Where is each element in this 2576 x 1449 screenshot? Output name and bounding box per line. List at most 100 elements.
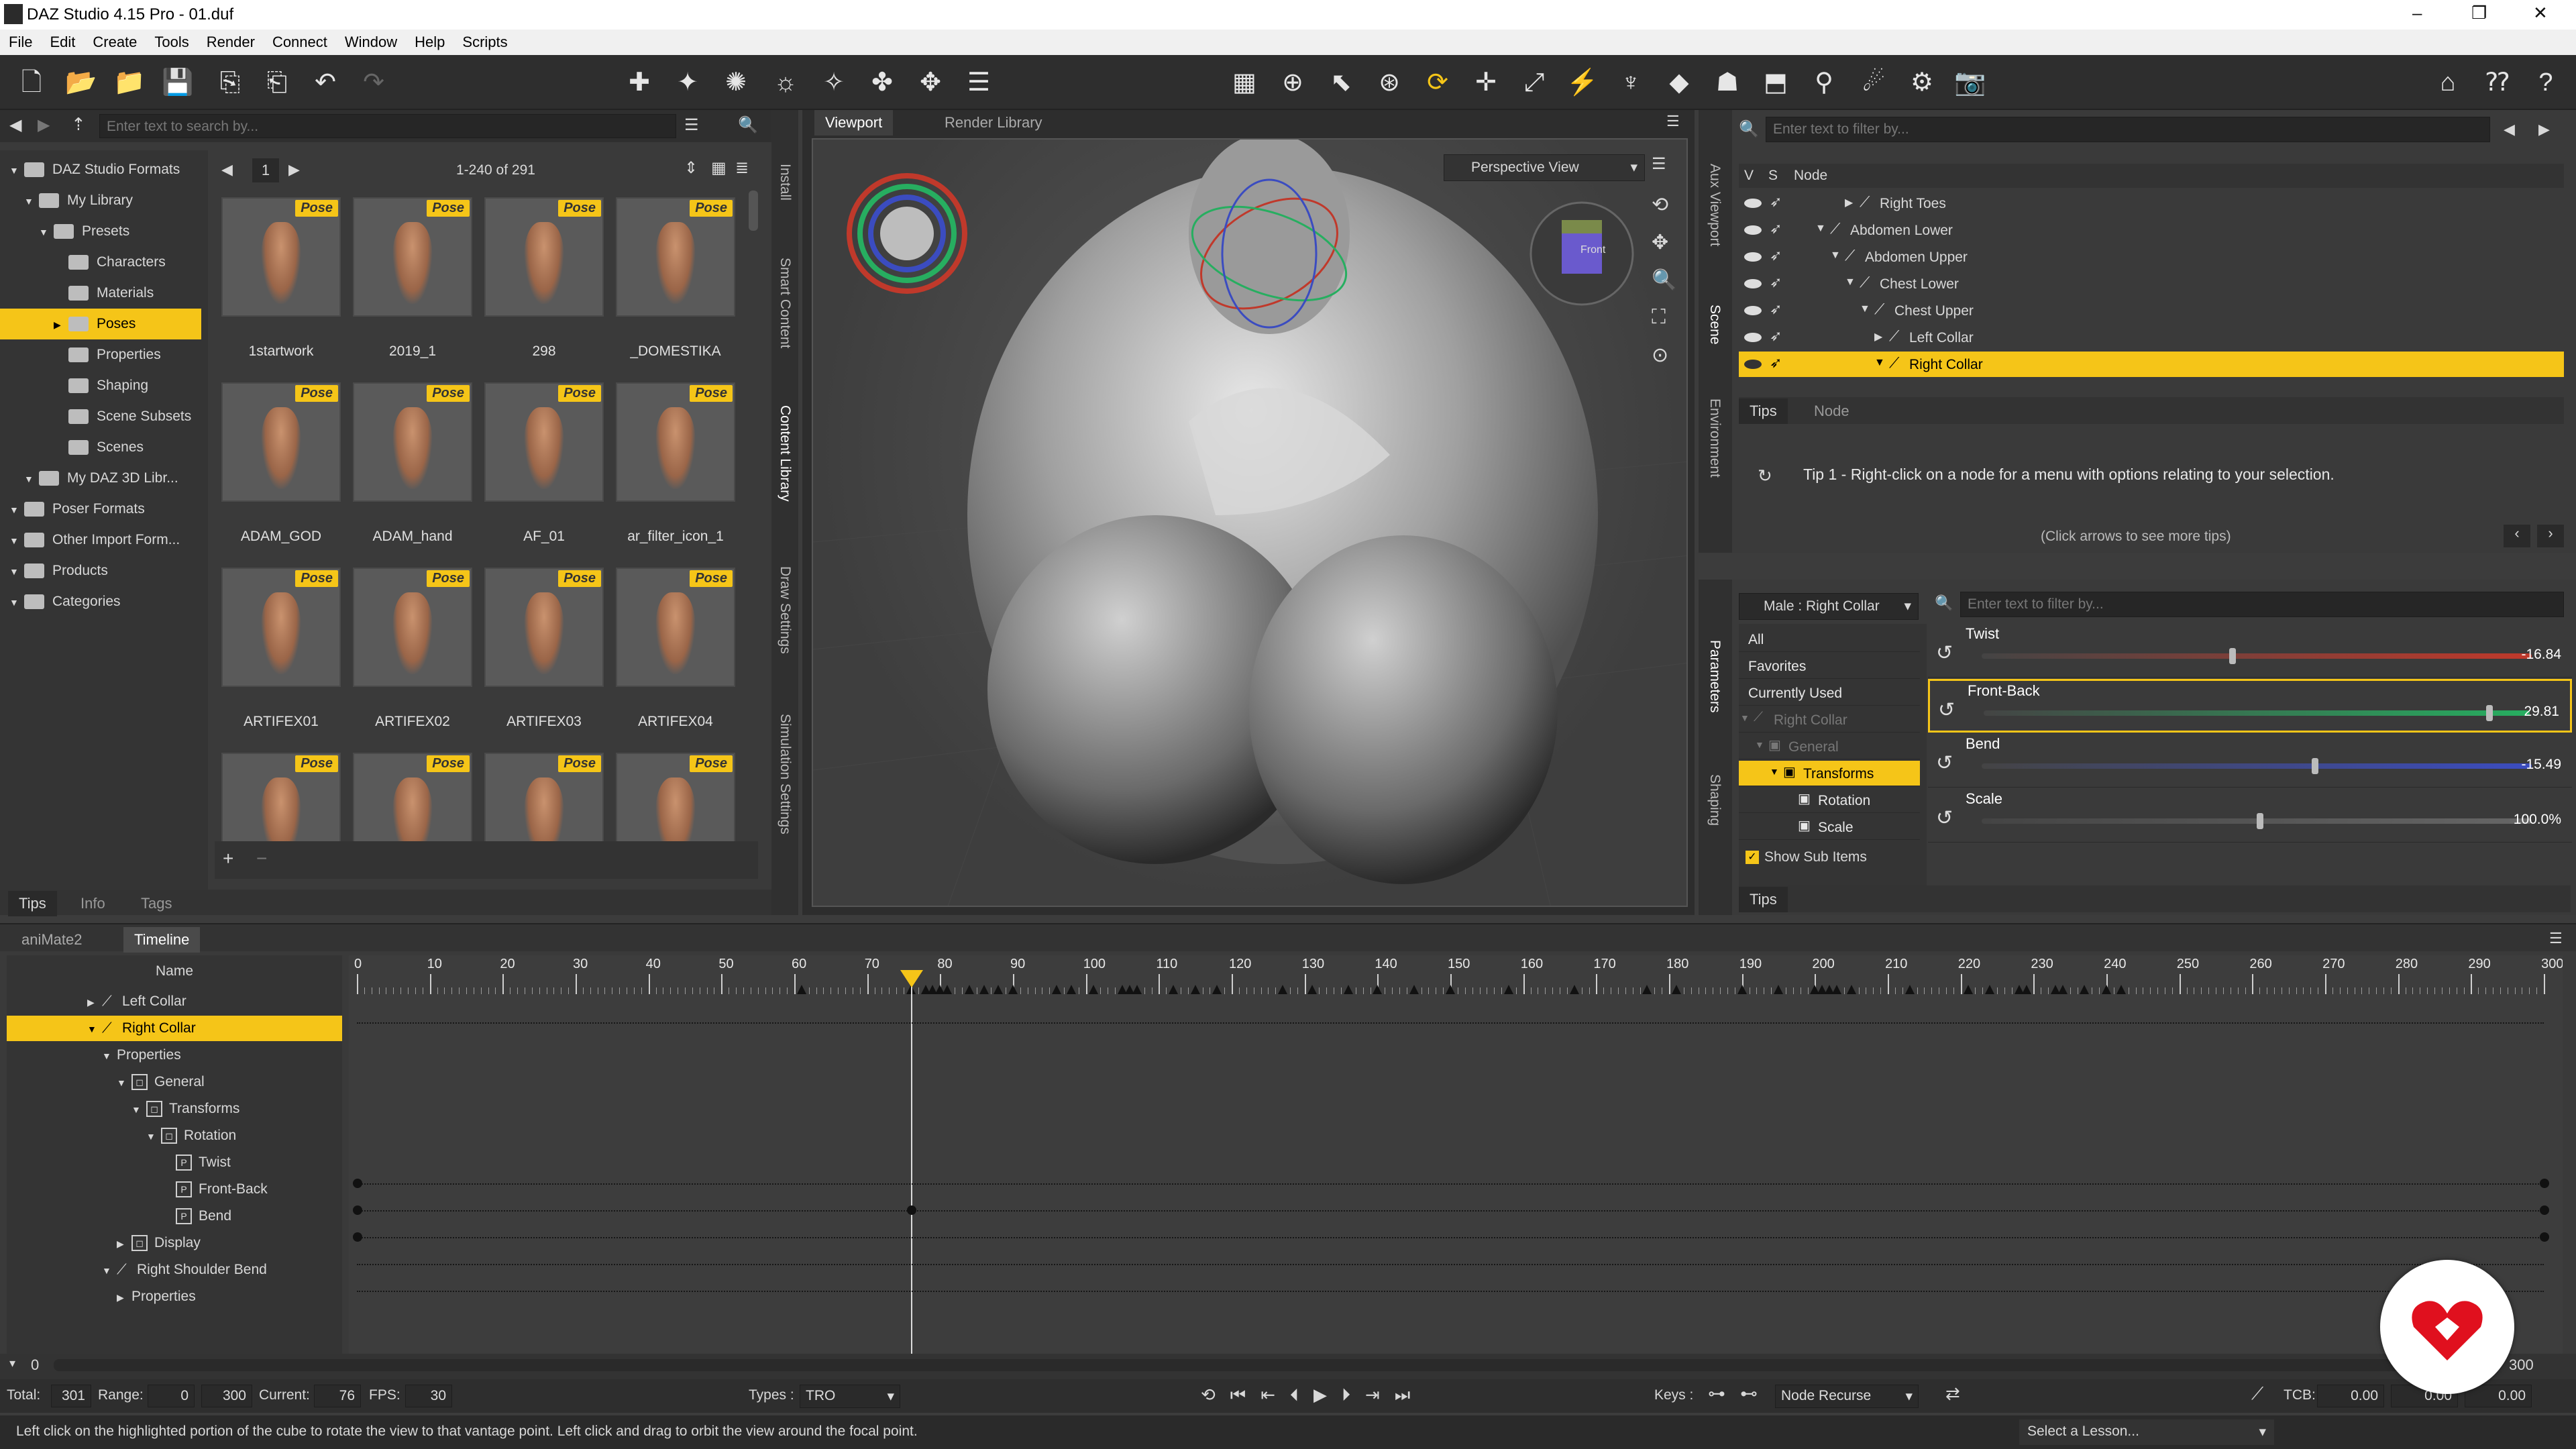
- tree-arrow-icon[interactable]: ▼: [1755, 739, 1764, 750]
- menu-connect[interactable]: Connect: [264, 30, 336, 51]
- viewport-menu-icon[interactable]: ☰: [1666, 113, 1680, 130]
- selectable-icon[interactable]: ➶: [1770, 327, 1782, 345]
- param-group-item[interactable]: ▣ Rotation: [1739, 788, 1920, 813]
- tab-tips[interactable]: Tips: [1739, 887, 1788, 912]
- key-dot[interactable]: [353, 1179, 362, 1188]
- slider-track[interactable]: [1982, 813, 2532, 829]
- keyframe-marker[interactable]: [1446, 985, 1456, 994]
- tree-arrow-icon[interactable]: ▼: [24, 186, 39, 217]
- node-selection-icon[interactable]: ⬉: [1324, 66, 1358, 99]
- rotate-tool-icon[interactable]: ⟳: [1421, 66, 1454, 99]
- slider-knob[interactable]: [2229, 648, 2236, 664]
- keyframe-marker[interactable]: [1737, 985, 1747, 994]
- menu-edit[interactable]: Edit: [41, 30, 84, 51]
- tree-arrow-icon[interactable]: ▼: [1815, 223, 1826, 235]
- timeline-row[interactable]: P Twist: [7, 1150, 342, 1175]
- render-settings-icon[interactable]: ⚙: [1905, 66, 1939, 99]
- param-group-item[interactable]: All: [1739, 627, 1920, 652]
- keyframe-marker[interactable]: [2021, 985, 2031, 994]
- content-tree-item[interactable]: ▼ DAZ Studio Formats: [0, 154, 201, 185]
- key-dot[interactable]: [906, 1205, 916, 1215]
- viewport-options-icon[interactable]: ☰: [1652, 154, 1666, 174]
- scene-node-row[interactable]: ➶ ▼ ⟋ Chest Upper: [1739, 298, 2564, 323]
- tab-viewport[interactable]: Viewport: [814, 110, 894, 136]
- scene-node-row[interactable]: ➶ ▼ ⟋ Right Collar: [1739, 352, 2564, 377]
- iray-icon[interactable]: ☄: [1857, 66, 1890, 99]
- create-figure-icon[interactable]: ✚: [623, 66, 656, 99]
- slider-value[interactable]: -16.84: [2521, 647, 2561, 663]
- range-start-field[interactable]: 0: [148, 1385, 195, 1407]
- timeline-row[interactable]: ▼ ⟋ Right Collar: [7, 1016, 342, 1041]
- content-tree-item[interactable]: ▼ Products: [0, 555, 201, 586]
- param-group-item[interactable]: Favorites: [1739, 653, 1920, 679]
- tcb-icon[interactable]: ⟋: [2251, 1383, 2263, 1405]
- add-key-icon[interactable]: ⊶: [1708, 1383, 1725, 1404]
- keyframe-marker[interactable]: [2102, 985, 2112, 994]
- content-tree-item[interactable]: Materials: [0, 278, 201, 309]
- spot-render-icon[interactable]: ⬒: [1759, 66, 1792, 99]
- reset-view-icon[interactable]: ⊙: [1652, 343, 1668, 367]
- keyframe-marker[interactable]: [2057, 985, 2068, 994]
- keyframe-marker[interactable]: [1904, 985, 1915, 994]
- scene-filter-input[interactable]: Enter text to filter by...: [1766, 117, 2490, 142]
- timeline-row[interactable]: ▼ ⟋ Right Shoulder Bend: [7, 1257, 342, 1283]
- maximize-button[interactable]: ❐: [2471, 3, 2487, 23]
- prev-key-icon[interactable]: ⇤: [1260, 1385, 1290, 1405]
- param-slider[interactable]: ↺ Twist -16.84: [1928, 624, 2572, 678]
- tree-arrow-icon[interactable]: ▼: [9, 587, 24, 618]
- eye-icon[interactable]: [1744, 225, 1762, 235]
- range-scrollbar[interactable]: [54, 1359, 2482, 1371]
- new-file-icon[interactable]: 🗋: [15, 66, 48, 99]
- selectable-icon[interactable]: ➶: [1770, 354, 1782, 372]
- translate-tool-icon[interactable]: ⊛: [1373, 66, 1406, 99]
- keyframe-marker[interactable]: [1132, 985, 1142, 994]
- keyframe-marker[interactable]: [1503, 985, 1513, 994]
- null-create-icon[interactable]: ✥: [914, 66, 947, 99]
- tab-info[interactable]: Info: [70, 891, 116, 916]
- param-group-item[interactable]: ▼ ⟋ Right Collar: [1739, 707, 1920, 733]
- show-sub-items[interactable]: ✓ Show Sub Items: [1746, 849, 1867, 865]
- eye-icon[interactable]: [1744, 279, 1762, 288]
- menu-tools[interactable]: Tools: [146, 30, 197, 51]
- first-frame-icon[interactable]: ⏮: [1230, 1385, 1260, 1405]
- keyframe-marker[interactable]: [1373, 985, 1383, 994]
- timeline-row[interactable]: ▼ Properties: [7, 1042, 342, 1068]
- timeline-grid[interactable]: 0 10 20 30 40 50 60 70 80 90 100 110 120 130 140 150 160…: [349, 955, 2563, 1391]
- keyframe-marker[interactable]: [1985, 985, 1995, 994]
- undo-icon[interactable]: ↶: [309, 66, 342, 99]
- next-key-icon[interactable]: ⇥: [1365, 1385, 1395, 1405]
- range-end-field[interactable]: 300: [201, 1385, 252, 1407]
- tree-arrow-icon[interactable]: ▼: [1874, 357, 1885, 369]
- key-dot[interactable]: [353, 1205, 362, 1215]
- tree-arrow-icon[interactable]: ▶: [1874, 330, 1882, 343]
- tab-content-library[interactable]: Content Library: [777, 405, 793, 502]
- last-frame-icon[interactable]: ⏭: [1395, 1385, 1425, 1405]
- forward-icon[interactable]: ▶: [38, 115, 50, 135]
- tab-smart-content[interactable]: Smart Content: [777, 258, 793, 348]
- timeline-row[interactable]: ▼ ◻ Transforms: [7, 1096, 342, 1122]
- keyframe-marker[interactable]: [1088, 985, 1098, 994]
- universal-tool-icon[interactable]: ⊕: [1276, 66, 1309, 99]
- menu-render[interactable]: Render: [198, 30, 264, 51]
- timeline-row[interactable]: ▶ ⟋ Left Collar: [7, 989, 342, 1014]
- timeline-row[interactable]: ▼ ◻ Rotation: [7, 1123, 342, 1148]
- scene-node-row[interactable]: ➶ ▼ ⟋ Chest Lower: [1739, 271, 2564, 297]
- keyframe-marker[interactable]: [1278, 985, 1288, 994]
- keyframe-marker[interactable]: [964, 985, 974, 994]
- help-icon[interactable]: ?: [2529, 66, 2563, 99]
- content-tree-item[interactable]: ▼ Categories: [0, 586, 201, 617]
- keyframe-marker[interactable]: [943, 985, 953, 994]
- keyframe-marker[interactable]: [1307, 985, 1317, 994]
- pose-thumbnail[interactable]: Pose: [353, 382, 472, 502]
- scene-prev-icon[interactable]: ◀: [2504, 121, 2515, 138]
- menu-help[interactable]: Help: [406, 30, 453, 51]
- play-icon[interactable]: ▶: [1313, 1385, 1342, 1405]
- content-tree-item[interactable]: Scenes: [0, 432, 201, 463]
- align-icon[interactable]: ☰: [962, 66, 996, 99]
- menu-create[interactable]: Create: [84, 30, 146, 51]
- keyframe-marker[interactable]: [1052, 985, 1062, 994]
- tree-arrow-icon[interactable]: ▼: [131, 1097, 146, 1122]
- pose-thumbnail[interactable]: Pose: [484, 568, 604, 687]
- add-icon[interactable]: +: [223, 848, 233, 869]
- linear-light-icon[interactable]: ✧: [817, 66, 851, 99]
